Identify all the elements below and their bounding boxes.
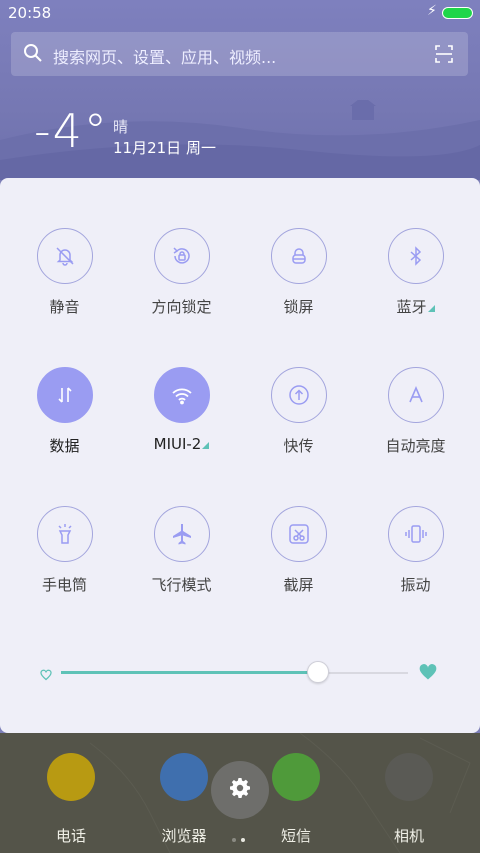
toggle-label: 截屏 <box>283 576 314 594</box>
airplane-icon <box>153 506 210 562</box>
app-label: 浏览器 <box>161 827 207 845</box>
search-placeholder: 搜索网页、设置、应用、视频... <box>53 48 277 67</box>
toggle-label: MIUI-2 <box>123 435 240 453</box>
toggle-label: 飞行模式 <box>151 576 212 594</box>
brightness-low-icon <box>40 666 52 685</box>
toggle-label: 数据 <box>49 437 80 455</box>
toggle-bluetooth[interactable]: 蓝牙 <box>357 228 474 317</box>
slider-thumb[interactable] <box>307 661 329 683</box>
quick-settings-panel: 静音 方向锁定 锁屏 蓝牙 数据 MIUI-2 快传 自动亮度 手电筒 飞行模式… <box>0 178 480 733</box>
weather-condition: 晴 <box>113 118 129 136</box>
page-indicator <box>232 827 250 846</box>
toggle-flashlight[interactable]: 手电筒 <box>6 506 123 595</box>
more-options-indicator <box>202 442 210 449</box>
toggle-screenshot[interactable]: 截屏 <box>240 506 357 595</box>
toggle-label: 振动 <box>400 576 431 594</box>
toggle-lock-screen[interactable]: 锁屏 <box>240 228 357 317</box>
dock-app-phone[interactable]: 电话 <box>31 753 111 846</box>
vibrate-icon <box>387 506 444 562</box>
quick-transfer-icon <box>270 367 327 423</box>
date[interactable]: 11月21日 周一 <box>113 137 216 158</box>
rotation-lock-icon <box>153 228 210 284</box>
toggle-label: 自动亮度 <box>385 437 446 455</box>
scan-icon[interactable] <box>434 44 454 68</box>
toggle-label: 方向锁定 <box>151 298 212 316</box>
wifi-icon <box>153 367 210 423</box>
toggle-wifi[interactable]: MIUI-2 <box>123 367 240 453</box>
camera-icon <box>385 753 433 801</box>
dock-app-messages[interactable]: 短信 <box>256 753 336 846</box>
auto-brightness-icon <box>387 367 444 423</box>
toggle-vibrate[interactable]: 振动 <box>357 506 474 595</box>
toggle-airplane-mode[interactable]: 飞行模式 <box>123 506 240 595</box>
phone-icon <box>47 753 95 801</box>
dock-app-camera[interactable]: 相机 <box>369 753 449 846</box>
toggle-auto-brightness[interactable]: 自动亮度 <box>357 367 474 456</box>
page-dot <box>241 838 245 842</box>
clock: 20:58 <box>8 4 52 22</box>
page-dot <box>232 838 236 842</box>
gear-icon <box>228 776 252 804</box>
app-label: 相机 <box>393 827 424 845</box>
brightness-slider[interactable] <box>40 658 440 688</box>
settings-button[interactable] <box>211 761 269 819</box>
app-label: 短信 <box>280 827 311 845</box>
app-label: 电话 <box>55 827 86 845</box>
toggle-label: 静音 <box>49 298 80 316</box>
lock-icon <box>270 228 327 284</box>
toggle-mute[interactable]: 静音 <box>6 228 123 317</box>
browser-icon <box>160 753 208 801</box>
toggle-label: 锁屏 <box>283 298 314 316</box>
toggle-label: 手电筒 <box>41 576 87 594</box>
screenshot-icon <box>270 506 327 562</box>
message-icon <box>272 753 320 801</box>
toggle-rotation-lock[interactable]: 方向锁定 <box>123 228 240 317</box>
bolt-icon: ⚡ <box>427 3 437 19</box>
bluetooth-icon <box>387 228 444 284</box>
slider-fill <box>61 671 318 674</box>
search-icon <box>23 43 43 67</box>
toggle-label: 快传 <box>283 437 314 455</box>
toggle-label: 蓝牙 <box>357 296 474 317</box>
mobile-data-icon <box>36 367 93 423</box>
more-options-indicator <box>427 305 435 312</box>
toggle-quick-transfer[interactable]: 快传 <box>240 367 357 456</box>
weather-header: 搜索网页、设置、应用、视频... -4° 晴 11月21日 周一 <box>0 0 480 180</box>
flashlight-icon <box>36 506 93 562</box>
battery-icon <box>442 7 473 19</box>
brightness-high-icon <box>418 662 438 686</box>
toggle-mobile-data[interactable]: 数据 <box>6 367 123 456</box>
mute-bell-icon <box>36 228 93 284</box>
status-bar: 20:58 ⚡ <box>0 0 480 26</box>
search-bar[interactable]: 搜索网页、设置、应用、视频... <box>11 32 468 76</box>
temperature[interactable]: -4° <box>34 104 109 158</box>
